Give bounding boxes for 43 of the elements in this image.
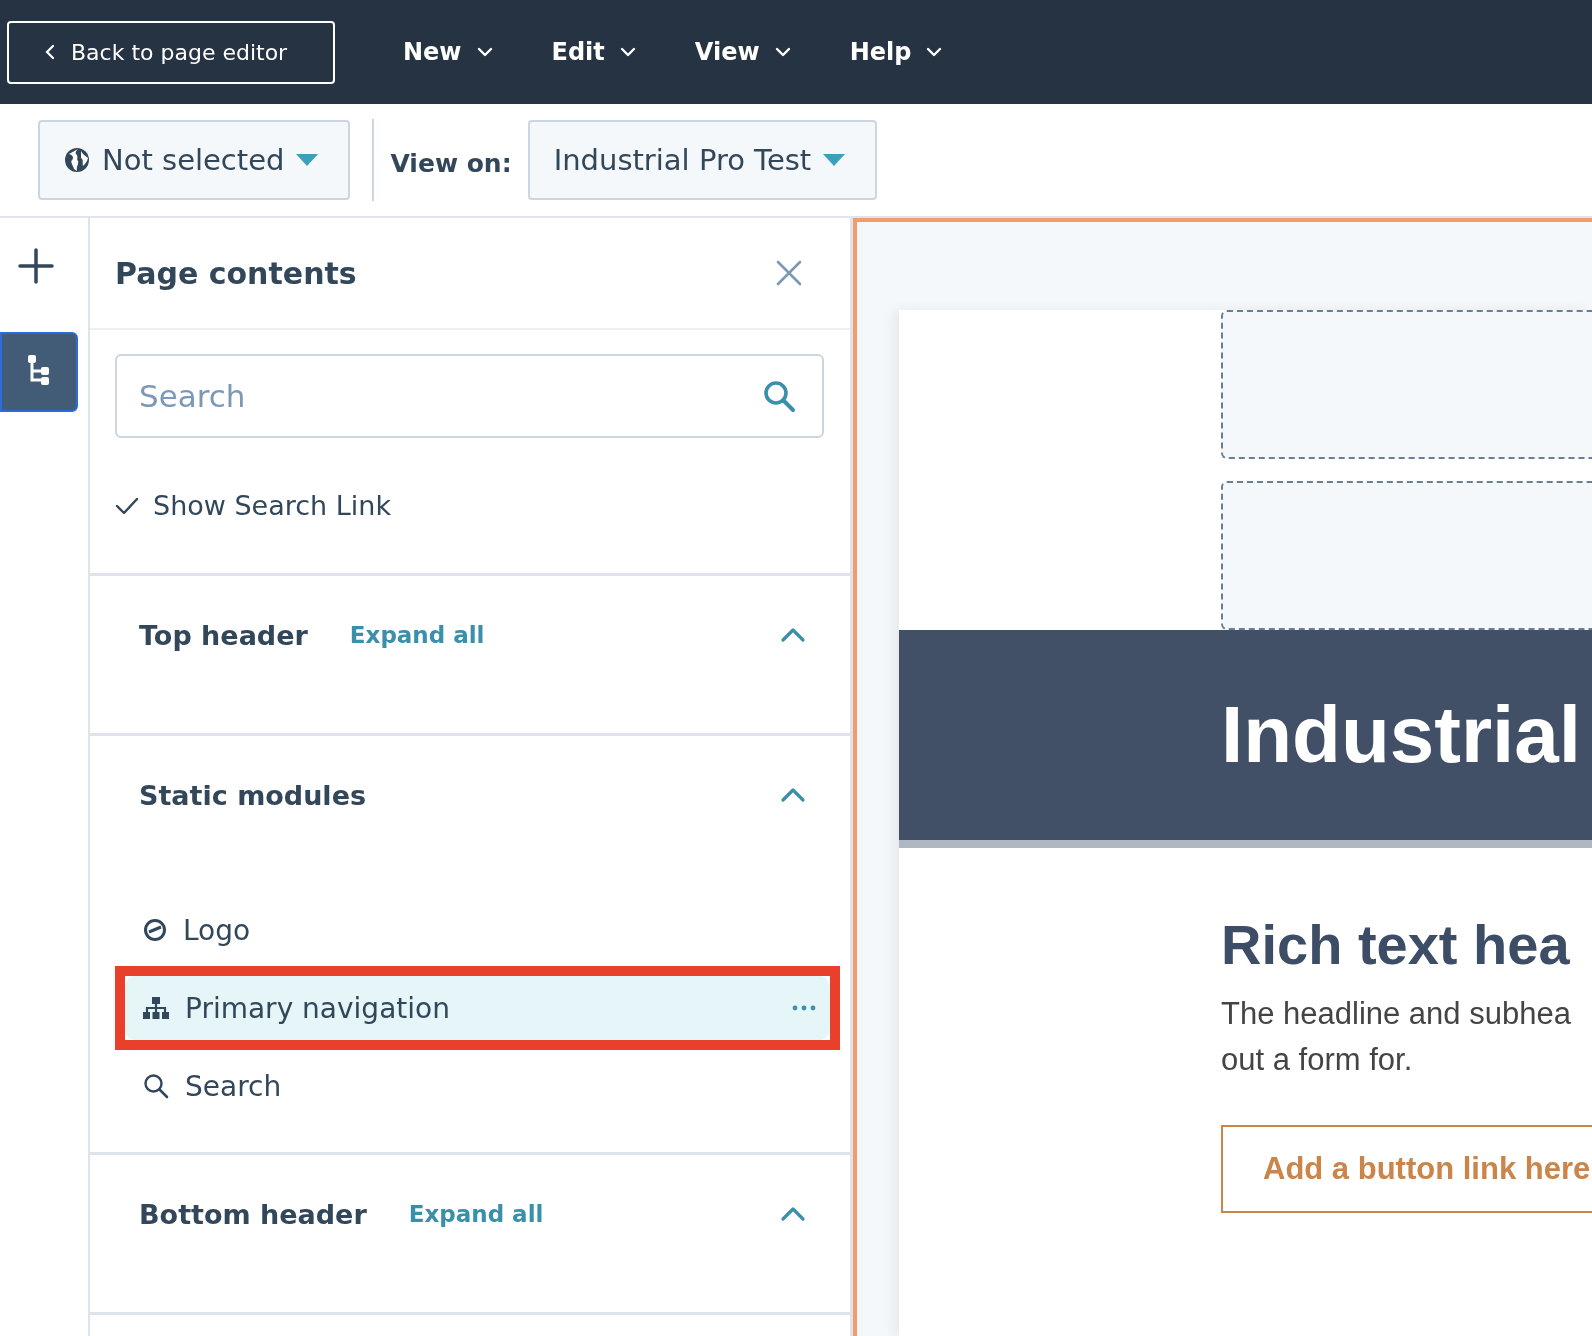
module-item[interactable]: Search [125, 1056, 830, 1116]
menu-button[interactable]: Help [849, 38, 944, 66]
close-icon [776, 260, 802, 286]
search-icon [762, 379, 796, 413]
collapse-toggle[interactable] [780, 1206, 806, 1222]
rich-text-paragraph: The headline and subhea out a form for. [1221, 995, 1572, 1079]
sitemap-icon [143, 996, 169, 1020]
close-button[interactable] [776, 260, 802, 286]
section-title: Bottom header [139, 1198, 367, 1230]
collapse-toggle[interactable] [780, 627, 806, 643]
chevron-left-icon [45, 44, 55, 60]
banner-title: Industrial [1221, 689, 1582, 781]
back-button[interactable]: Back to page editor [7, 20, 335, 84]
chevron-up-icon [780, 627, 806, 643]
globe-icon [64, 147, 90, 173]
rich-text-heading: Rich text hea [1221, 912, 1571, 977]
module-item[interactable]: Logo [125, 900, 830, 960]
chevron-up-icon [780, 787, 806, 803]
module-item[interactable]: Primary navigation [125, 976, 830, 1040]
caret-down-icon [823, 154, 846, 166]
panel-title: Page contents [115, 255, 357, 291]
menu-button[interactable]: Edit [551, 38, 637, 66]
checkmark-icon [115, 496, 139, 515]
menu-button[interactable]: View [694, 38, 792, 66]
view-on-label: View on: [390, 148, 512, 178]
more-options-icon [792, 1005, 816, 1011]
language-dropdown[interactable]: Not selected [38, 120, 351, 200]
section-title: Static modules [139, 779, 366, 811]
caret-down-icon [296, 154, 319, 166]
search-icon [143, 1073, 169, 1099]
plus-icon [18, 248, 54, 284]
expand-all-link[interactable]: Expand all [408, 1201, 544, 1227]
add-button[interactable] [18, 248, 54, 284]
section-title: Top header [139, 619, 308, 651]
show-search-link-option[interactable]: Show Search Link [115, 490, 824, 521]
view-on-dropdown[interactable]: Industrial Pro Test [527, 120, 878, 200]
chevron-up-icon [780, 1206, 806, 1222]
collapse-toggle[interactable] [780, 787, 806, 803]
menu-button[interactable]: New [403, 38, 494, 66]
search-field[interactable]: Search [115, 354, 824, 438]
expand-all-link[interactable]: Expand all [349, 622, 485, 648]
tree-view-button[interactable] [0, 332, 78, 412]
logo-module-icon [143, 918, 167, 942]
